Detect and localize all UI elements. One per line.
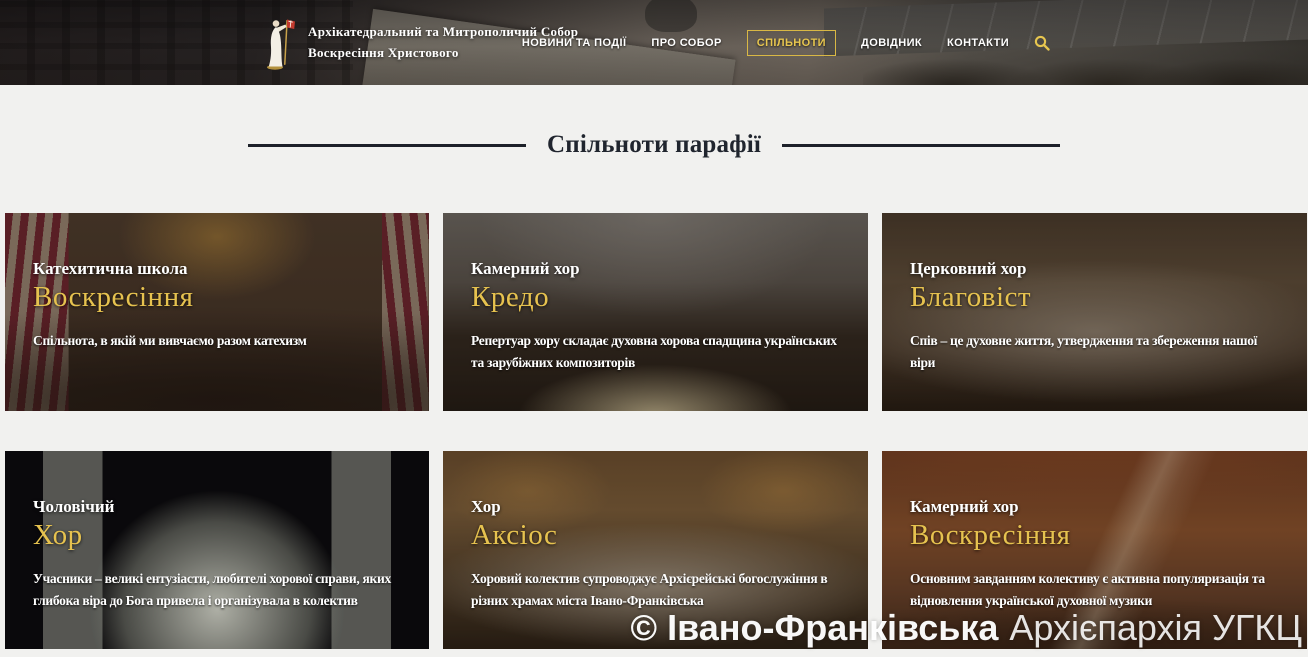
community-card-blahovist[interactable]: Церковний хор Благовіст Спів – це духовн…	[882, 213, 1307, 411]
card-content: Камерний хор Воскресіння Основним завдан…	[882, 451, 1307, 649]
card-title: Воскресіння	[910, 519, 1279, 552]
main-content: Спільноти парафії Катехитична школа Воск…	[0, 85, 1308, 649]
card-title: Аксіос	[471, 519, 840, 552]
card-title: Благовіст	[910, 281, 1279, 314]
nav-item-news[interactable]: НОВИНИ ТА ПОДІЇ	[522, 37, 627, 49]
site-header: Архікатедральний та Митрополичий Собор В…	[0, 0, 1308, 85]
card-description: Спів – це духовне життя, утвердження та …	[910, 330, 1279, 375]
communities-grid: Катехитична школа Воскресіння Спільнота,…	[5, 213, 1308, 649]
risen-christ-logo-icon	[262, 16, 295, 70]
card-subtitle: Камерний хор	[471, 259, 840, 279]
nav-item-directory[interactable]: ДОВІДНИК	[861, 37, 922, 49]
card-content: Камерний хор Кредо Репертуар хору склада…	[443, 213, 868, 411]
title-rule-left	[248, 144, 526, 147]
community-card-kredo[interactable]: Камерний хор Кредо Репертуар хору склада…	[443, 213, 868, 411]
card-content: Церковний хор Благовіст Спів – це духовн…	[882, 213, 1307, 411]
community-card-aksios[interactable]: Хор Аксіос Хоровий колектив супроводжує …	[443, 451, 868, 649]
card-content: Хор Аксіос Хоровий колектив супроводжує …	[443, 451, 868, 649]
card-title: Хор	[33, 519, 401, 552]
page-title: Спільноти парафії	[547, 131, 761, 159]
card-description: Репертуар хору складає духовна хорова сп…	[471, 330, 840, 375]
card-subtitle: Катехитична школа	[33, 259, 401, 279]
community-card-voskresinnia-khor[interactable]: Камерний хор Воскресіння Основним завдан…	[882, 451, 1307, 649]
community-card-cholovichyi-khor[interactable]: Чоловічий Хор Учасники – великі ентузіас…	[5, 451, 429, 649]
card-description: Хоровий колектив супроводжує Архієрейськ…	[471, 568, 840, 613]
card-description: Учасники – великі ентузіасти, любителі х…	[33, 568, 401, 613]
search-icon[interactable]	[1034, 35, 1050, 51]
card-content: Чоловічий Хор Учасники – великі ентузіас…	[5, 451, 429, 649]
card-description: Спільнота, в якій ми вивчаємо разом кате…	[33, 330, 401, 352]
nav-item-communities[interactable]: СПІЛЬНОТИ	[747, 30, 836, 56]
card-content: Катехитична школа Воскресіння Спільнота,…	[5, 213, 429, 411]
card-subtitle: Церковний хор	[910, 259, 1279, 279]
page-title-section: Спільноти парафії	[0, 85, 1308, 159]
card-subtitle: Хор	[471, 497, 840, 517]
title-rule-right	[782, 144, 1060, 147]
card-description: Основним завданням колективу є активна п…	[910, 568, 1279, 613]
nav-item-contacts[interactable]: КОНТАКТИ	[947, 37, 1009, 49]
card-title: Кредо	[471, 281, 840, 314]
main-nav: НОВИНИ ТА ПОДІЇ ПРО СОБОР СПІЛЬНОТИ ДОВІ…	[522, 0, 1050, 85]
community-card-katekhytychna-shkola[interactable]: Катехитична школа Воскресіння Спільнота,…	[5, 213, 429, 411]
nav-item-about-cathedral[interactable]: ПРО СОБОР	[651, 37, 721, 49]
card-subtitle: Камерний хор	[910, 497, 1279, 517]
card-title: Воскресіння	[33, 281, 401, 314]
card-subtitle: Чоловічий	[33, 497, 401, 517]
